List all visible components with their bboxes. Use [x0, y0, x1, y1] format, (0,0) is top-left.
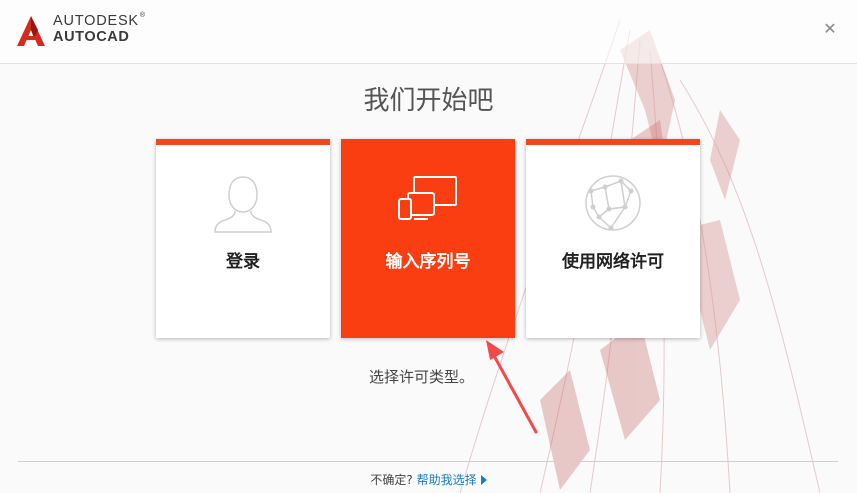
- brand-autodesk: AUTODESK®: [53, 12, 146, 29]
- card-sign-in[interactable]: 登录: [156, 139, 330, 338]
- card-label: 输入序列号: [385, 252, 471, 272]
- close-button[interactable]: ✕: [821, 20, 839, 38]
- card-label: 使用网络许可: [562, 252, 664, 272]
- play-arrow-icon[interactable]: [480, 474, 487, 485]
- license-type-hint: 选择许可类型。: [368, 368, 474, 386]
- globe-network-icon: [585, 175, 641, 231]
- footer-question: 不确定?: [370, 473, 413, 487]
- registered-mark: ®: [139, 12, 146, 19]
- help-me-choose-link[interactable]: 帮助我选择: [417, 473, 477, 487]
- autocad-logo-icon: [17, 16, 45, 46]
- footer: 不确定? 帮助我选择: [0, 471, 857, 488]
- page-title: 我们开始吧: [363, 86, 494, 116]
- footer-divider: [18, 461, 838, 462]
- card-accent-bar: [156, 139, 330, 145]
- card-enter-serial-number[interactable]: 输入序列号: [341, 139, 515, 338]
- autocad-license-window: AUTODESK® AUTOCAD ✕ 我们开始吧 登录 输入序列号 使用网络许…: [0, 0, 857, 493]
- devices-icon: [398, 176, 457, 220]
- card-network-license[interactable]: 使用网络许可: [526, 139, 700, 338]
- user-silhouette-icon: [214, 176, 272, 233]
- card-label: 登录: [226, 252, 260, 272]
- brand-autocad: AUTOCAD: [53, 29, 130, 45]
- header-bar: AUTODESK® AUTOCAD ✕: [0, 0, 857, 64]
- card-accent-bar: [526, 139, 700, 145]
